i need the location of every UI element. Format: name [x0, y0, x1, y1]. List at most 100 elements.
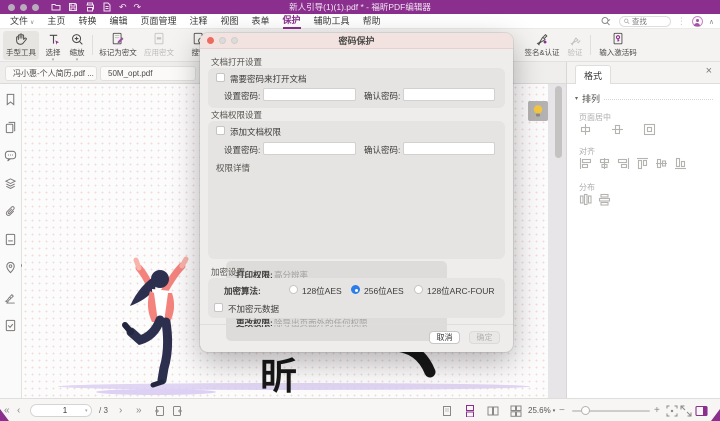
- menu-edit[interactable]: 编辑: [109, 14, 127, 28]
- align-right-icon[interactable]: [617, 157, 630, 170]
- distribute-horizontally-icon[interactable]: [579, 193, 592, 206]
- apply-redaction-button[interactable]: 应用密文: [140, 31, 178, 60]
- center-vertically-icon[interactable]: [611, 123, 624, 136]
- document-tab[interactable]: 冯小惠-个人简历.pdf ...: [5, 66, 97, 81]
- menu-file[interactable]: 文件∨: [10, 14, 34, 28]
- enter-activation-code-button[interactable]: 输入激活码: [595, 31, 641, 60]
- redo-icon[interactable]: ↷: [134, 3, 142, 12]
- zoom-tool-button[interactable]: 缩放 ▾: [66, 31, 88, 60]
- align-left-icon[interactable]: [579, 157, 592, 170]
- validation-panel-icon[interactable]: [4, 319, 18, 333]
- panel-toggle-button[interactable]: [695, 399, 708, 421]
- add-permission-label: 添加文档权限: [230, 126, 281, 138]
- confirm-password-label: 确认密码:: [364, 90, 400, 102]
- next-view-button[interactable]: [171, 399, 183, 421]
- fields-panel-icon[interactable]: [4, 233, 18, 247]
- require-password-checkbox[interactable]: [216, 73, 225, 82]
- center-both-icon[interactable]: [643, 123, 656, 136]
- require-password-label: 需要密码来打开文档: [230, 73, 307, 85]
- menu-accessibility[interactable]: 辅助工具: [314, 14, 350, 28]
- verify-button[interactable]: 验证: [564, 31, 586, 60]
- search-box[interactable]: [619, 16, 671, 27]
- note-annotation[interactable]: [528, 101, 548, 121]
- more-options-icon[interactable]: ⋮: [677, 16, 686, 27]
- fit-page-button[interactable]: [666, 399, 678, 421]
- cancel-button[interactable]: 取消: [429, 331, 460, 344]
- document-icon[interactable]: [102, 2, 112, 12]
- center-horizontally-icon[interactable]: [579, 123, 592, 136]
- corner-decoration: [0, 409, 9, 421]
- signature-pen-icon: [535, 31, 549, 46]
- continuous-view-button[interactable]: [464, 399, 476, 421]
- ok-button[interactable]: 确定: [469, 331, 500, 344]
- previous-view-button[interactable]: [154, 399, 166, 421]
- window-titlebar: ↶ ↷ 新人引导(1)(1).pdf * - 福昕PDF编辑器: [0, 0, 720, 14]
- facing-view-button[interactable]: [487, 399, 499, 421]
- menu-page-management[interactable]: 页面管理: [140, 14, 176, 28]
- tab-format[interactable]: 格式: [575, 65, 611, 84]
- facing-continuous-view-button[interactable]: [510, 399, 522, 421]
- select-tool-button[interactable]: 选择 ▾: [42, 31, 64, 60]
- destinations-panel-icon[interactable]: [4, 261, 18, 275]
- perm-set-password-input[interactable]: [263, 142, 356, 155]
- document-tab[interactable]: 50M_opt.pdf: [100, 66, 196, 81]
- set-password-input[interactable]: [263, 88, 356, 101]
- vertical-scrollbar[interactable]: [555, 86, 562, 158]
- arrange-section-header[interactable]: ▾ 排列: [575, 92, 713, 105]
- attachments-panel-icon[interactable]: [4, 205, 18, 219]
- mark-redaction-button[interactable]: 标记为密文: [97, 31, 139, 60]
- print-icon[interactable]: [85, 2, 95, 12]
- panel-header: 格式 ×: [567, 62, 720, 84]
- align-center-icon[interactable]: [598, 157, 611, 170]
- menu-comment[interactable]: 注释: [189, 14, 207, 28]
- open-file-icon[interactable]: [51, 2, 61, 12]
- signatures-panel-icon[interactable]: [4, 291, 18, 305]
- menu-view[interactable]: 视图: [221, 14, 239, 28]
- page-number-input[interactable]: [45, 406, 85, 415]
- zoom-in-button[interactable]: +: [654, 399, 660, 421]
- undo-icon[interactable]: ↶: [119, 3, 127, 12]
- menu-help[interactable]: 帮助: [363, 14, 381, 28]
- radio-256-aes[interactable]: [351, 285, 360, 294]
- page-number-box[interactable]: ▾: [30, 404, 92, 417]
- permission-details-heading: 权限详情: [216, 162, 250, 174]
- zoom-out-button[interactable]: −: [559, 399, 565, 421]
- menu-convert[interactable]: 转换: [78, 14, 96, 28]
- window-zoom-button[interactable]: [32, 4, 39, 11]
- hand-tool-button[interactable]: 手型工具: [3, 31, 39, 60]
- comments-panel-icon[interactable]: [4, 149, 18, 163]
- next-page-button[interactable]: ›: [119, 399, 122, 421]
- last-page-button[interactable]: »: [136, 399, 142, 421]
- save-icon[interactable]: [68, 2, 78, 12]
- align-middle-icon[interactable]: [655, 157, 668, 170]
- previous-page-button[interactable]: ‹: [17, 399, 20, 421]
- close-icon[interactable]: ×: [706, 66, 712, 77]
- zoom-level-label[interactable]: 25.6%▾: [528, 399, 555, 421]
- align-top-icon[interactable]: [636, 157, 649, 170]
- window-minimize-button[interactable]: [20, 4, 27, 11]
- distribute-vertically-icon[interactable]: [598, 193, 611, 206]
- zoom-slider-knob[interactable]: [581, 406, 590, 415]
- menu-home[interactable]: 主页: [47, 14, 65, 28]
- bookmarks-panel-icon[interactable]: [4, 93, 18, 107]
- menu-form[interactable]: 表单: [252, 14, 270, 28]
- perm-confirm-password-input[interactable]: [403, 142, 495, 155]
- caret-down-icon: ▾: [85, 408, 88, 414]
- radio-128-arcfour[interactable]: [414, 285, 423, 294]
- single-page-view-button[interactable]: [441, 399, 453, 421]
- fullscreen-button[interactable]: [680, 399, 692, 421]
- sign-certify-button[interactable]: 签名&认证: [520, 31, 564, 60]
- confirm-password-input[interactable]: [403, 88, 495, 101]
- pages-panel-icon[interactable]: [4, 121, 18, 135]
- search-input[interactable]: [632, 17, 666, 26]
- menu-protect[interactable]: 保护: [283, 13, 301, 29]
- radio-128-aes[interactable]: [289, 285, 298, 294]
- window-close-button[interactable]: [8, 4, 15, 11]
- add-permission-checkbox[interactable]: [216, 126, 225, 135]
- layers-panel-icon[interactable]: [4, 177, 18, 191]
- align-bottom-icon[interactable]: [674, 157, 687, 170]
- collapse-ribbon-icon[interactable]: ∧: [709, 18, 714, 26]
- user-avatar[interactable]: [692, 16, 703, 27]
- find-options-icon[interactable]: [601, 16, 613, 28]
- no-encrypt-metadata-checkbox[interactable]: [214, 303, 223, 312]
